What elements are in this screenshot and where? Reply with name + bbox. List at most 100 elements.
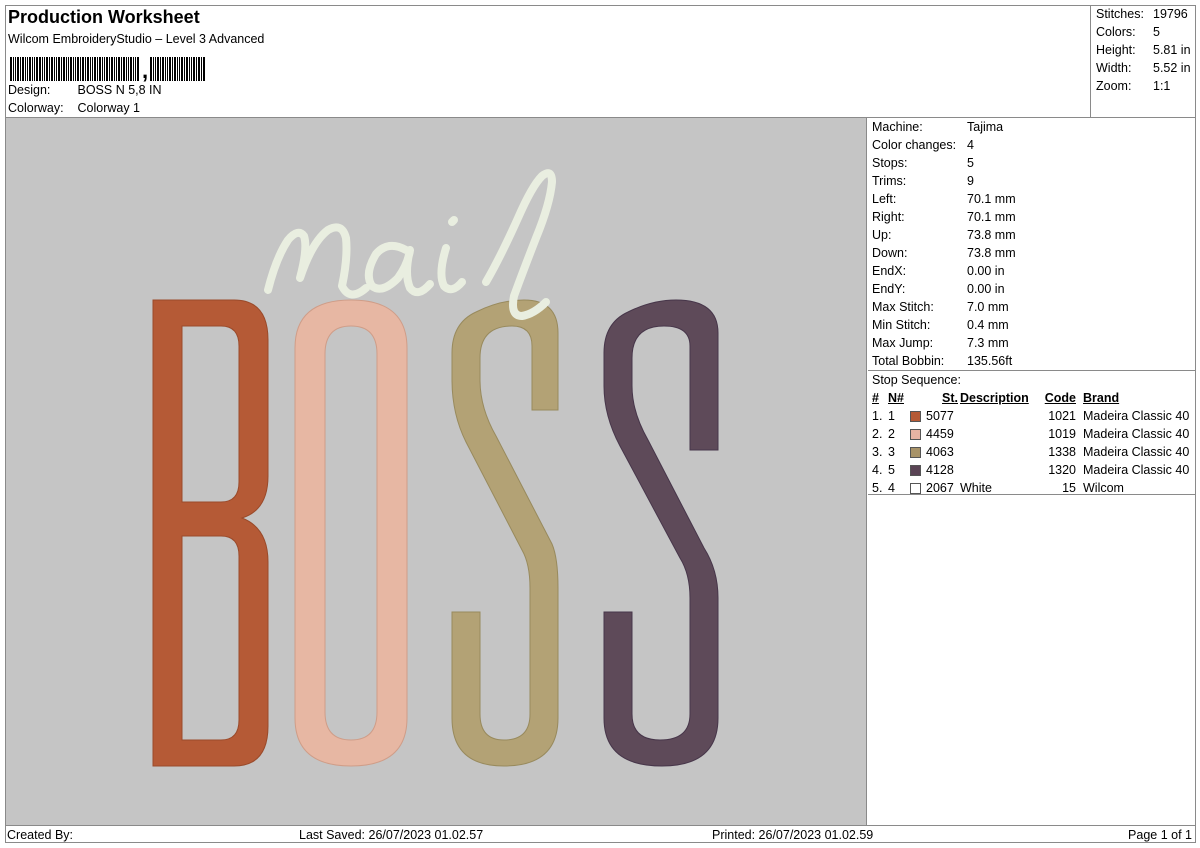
stop-row: 3. 3 4063 1338 Madeira Classic 40 — [868, 443, 1196, 461]
summary-value: 1:1 — [1153, 79, 1171, 93]
info-key: Up: — [872, 228, 892, 242]
summary-value: 5.81 in — [1153, 43, 1191, 57]
col-header-code: Code — [1044, 391, 1076, 405]
info-value: 7.3 mm — [967, 336, 1009, 350]
info-row: Stops: 5 — [868, 154, 1196, 172]
thread-code: 1320 — [1048, 463, 1076, 477]
info-key: Min Stitch: — [872, 318, 931, 332]
color-swatch — [910, 410, 921, 422]
info-key: Stops: — [872, 156, 908, 170]
thread-description — [960, 461, 1040, 479]
page-number: Page 1 of 1 — [1128, 828, 1192, 842]
letter-b — [152, 299, 269, 767]
info-value: 9 — [967, 174, 974, 188]
info-value: Tajima — [967, 120, 1004, 134]
software-subtitle: Wilcom EmbroideryStudio – Level 3 Advanc… — [8, 32, 265, 46]
info-row: Trims: 9 — [868, 172, 1196, 190]
summary-row-stitches: Stitches: 19796 — [1096, 7, 1196, 25]
thread-description — [960, 443, 1040, 461]
thread-description — [960, 425, 1040, 443]
info-row: Max Stitch: 7.0 mm — [868, 298, 1196, 316]
info-key: Color changes: — [872, 138, 957, 152]
info-value: 0.00 in — [967, 282, 1005, 296]
stitch-count: 4459 — [926, 427, 954, 441]
color-swatch-cell — [910, 461, 926, 479]
stop-sequence-title: Stop Sequence: — [872, 373, 961, 387]
summary-key: Height: — [1096, 43, 1136, 57]
thread-brand: Madeira Classic 40 — [1083, 409, 1190, 423]
info-key: Left: — [872, 192, 897, 206]
stop-number: 1. — [872, 409, 883, 423]
info-row: EndX: 0.00 in — [868, 262, 1196, 280]
col-header-needle: N# — [888, 391, 904, 405]
stop-sequence-table: # N# St. Description Code Brand 1. 1 5077 1… — [868, 389, 1196, 497]
design-row: Design: BOSS N 5,8 IN — [8, 83, 162, 97]
info-row: Right: 70.1 mm — [868, 208, 1196, 226]
stitch-count: 4063 — [926, 445, 954, 459]
color-swatch-cell — [910, 407, 926, 425]
col-header-description: Description — [960, 391, 1029, 405]
thread-brand: Madeira Classic 40 — [1083, 427, 1190, 441]
stop-row: 4. 5 4128 1320 Madeira Classic 40 — [868, 461, 1196, 479]
color-swatch — [910, 482, 921, 494]
col-header-brand: Brand — [1083, 391, 1120, 405]
color-swatch — [910, 446, 921, 458]
info-key: EndX: — [872, 264, 907, 278]
design-label: Design: — [8, 83, 51, 97]
summary-row-colors: Colors: 5 — [1096, 25, 1196, 43]
summary-row-zoom: Zoom: 1:1 — [1096, 79, 1196, 97]
info-value: 0.4 mm — [967, 318, 1009, 332]
needle-number: 5 — [888, 463, 895, 477]
stop-number: 2. — [872, 427, 883, 441]
info-value: 4 — [967, 138, 974, 152]
stop-table-header: # N# St. Description Code Brand — [868, 389, 1196, 407]
letter-s-1 — [451, 299, 559, 767]
summary-key: Zoom: — [1096, 79, 1132, 93]
needle-number: 2 — [888, 427, 895, 441]
info-key: Machine: — [872, 120, 923, 134]
info-key: Right: — [872, 210, 905, 224]
info-value: 73.8 mm — [967, 228, 1016, 242]
summary-row-width: Width: 5.52 in — [1096, 61, 1196, 79]
info-key: Down: — [872, 246, 908, 260]
summary-value: 5.52 in — [1153, 61, 1191, 75]
barcode: , — [10, 51, 222, 82]
colorway-row: Colorway: Colorway 1 — [8, 101, 140, 115]
created-by: Created By: — [7, 828, 74, 842]
page-title: Production Worksheet — [8, 7, 200, 27]
stitch-count: 5077 — [926, 409, 954, 423]
info-value: 0.00 in — [967, 264, 1005, 278]
nail-script — [264, 169, 556, 320]
colorway-value: Colorway 1 — [77, 101, 141, 115]
summary-key: Stitches: — [1096, 7, 1144, 21]
info-value: 70.1 mm — [967, 192, 1016, 206]
summary-row-height: Height: 5.81 in — [1096, 43, 1196, 61]
stop-number: 3. — [872, 445, 883, 459]
letter-s-2 — [603, 299, 719, 767]
thread-brand: Madeira Classic 40 — [1083, 463, 1190, 477]
info-row: Left: 70.1 mm — [868, 190, 1196, 208]
info-key: Total Bobbin: — [872, 354, 945, 368]
colorway-label: Colorway: — [8, 101, 64, 115]
thread-code: 1019 — [1048, 427, 1076, 441]
info-row: EndY: 0.00 in — [868, 280, 1196, 298]
info-row: Down: 73.8 mm — [868, 244, 1196, 262]
last-saved: Last Saved: 26/07/2023 01.02.57 — [299, 828, 484, 842]
info-row: Up: 73.8 mm — [868, 226, 1196, 244]
panel-divider — [868, 494, 1196, 495]
color-swatch — [910, 464, 921, 476]
color-swatch — [910, 428, 921, 440]
stitch-count: 4128 — [926, 463, 954, 477]
info-value: 70.1 mm — [967, 210, 1016, 224]
color-swatch-cell — [910, 425, 926, 443]
summary-value: 5 — [1153, 25, 1160, 39]
info-row: Total Bobbin: 135.56ft — [868, 352, 1196, 370]
printed-date: Printed: 26/07/2023 01.02.59 — [712, 828, 874, 842]
info-row: Machine: Tajima — [868, 118, 1196, 136]
stop-row: 2. 2 4459 1019 Madeira Classic 40 — [868, 425, 1196, 443]
thread-code: 1338 — [1048, 445, 1076, 459]
info-key: EndY: — [872, 282, 906, 296]
machine-info-panel: Machine: Tajima Color changes: 4 Stops: 5 T… — [868, 118, 1196, 497]
summary-key: Width: — [1096, 61, 1132, 75]
info-key: Max Jump: — [872, 336, 934, 350]
